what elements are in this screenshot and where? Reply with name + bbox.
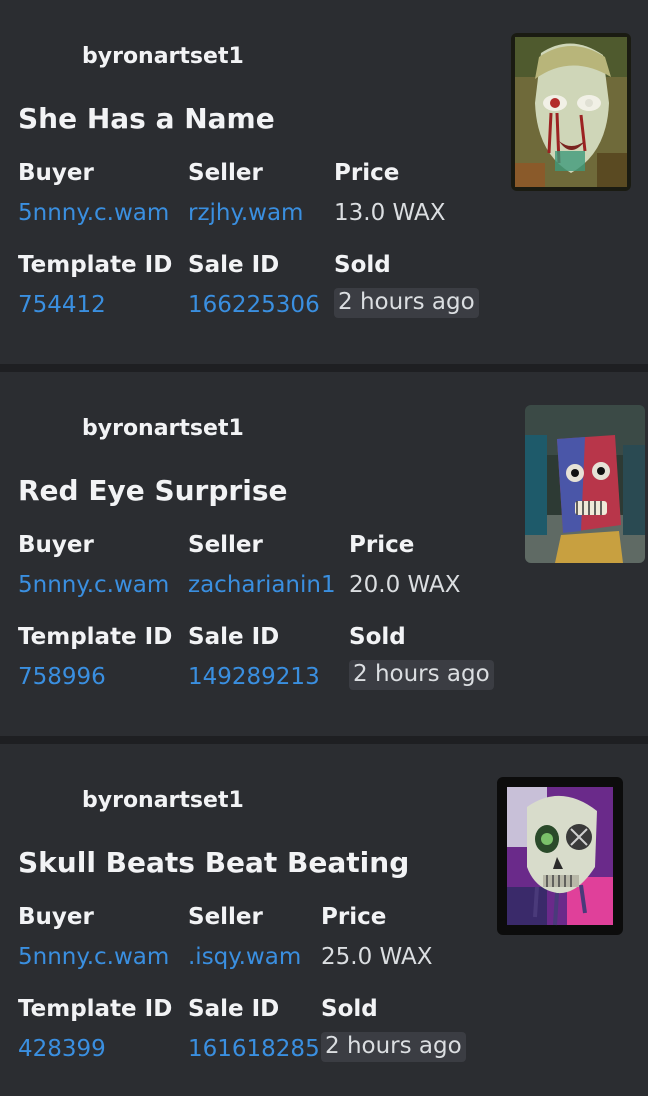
seller-label: Seller bbox=[188, 160, 263, 186]
timestamp-badge[interactable]: 2 hours ago bbox=[334, 288, 479, 318]
price-label: Price bbox=[334, 160, 400, 186]
item-title[interactable]: She Has a Name bbox=[18, 102, 275, 135]
price-label: Price bbox=[321, 904, 387, 930]
buyer-link[interactable]: 5nnny.c.wam bbox=[18, 200, 169, 226]
sold-timestamp[interactable]: 2 hours ago bbox=[321, 1032, 466, 1062]
skull-artwork-icon[interactable] bbox=[497, 777, 623, 935]
sale-id-link[interactable]: 161618285 bbox=[188, 1036, 320, 1062]
sold-timestamp[interactable]: 2 hours ago bbox=[334, 288, 479, 318]
sale-id-label: Sale ID bbox=[188, 252, 280, 278]
pale-face-artwork-icon[interactable] bbox=[511, 33, 631, 191]
item-title[interactable]: Red Eye Surprise bbox=[18, 474, 287, 507]
item-title[interactable]: Skull Beats Beat Beating bbox=[18, 846, 409, 879]
sale-card: byronartset1 She Has a Name Buyer 5nnny.… bbox=[0, 0, 648, 364]
seller-label: Seller bbox=[188, 532, 263, 558]
seller-link[interactable]: rzjhy.wam bbox=[188, 200, 303, 226]
author-name[interactable]: byronartset1 bbox=[82, 44, 244, 69]
sale-id-link[interactable]: 149289213 bbox=[188, 664, 320, 690]
buyer-link[interactable]: 5nnny.c.wam bbox=[18, 944, 169, 970]
price-value: 25.0 WAX bbox=[321, 944, 433, 970]
template-id-link[interactable]: 758996 bbox=[18, 664, 106, 690]
buyer-label: Buyer bbox=[18, 532, 94, 558]
price-value: 20.0 WAX bbox=[349, 572, 461, 598]
sold-label: Sold bbox=[349, 624, 406, 650]
sale-card: byronartset1 Skull Beats Beat Beating Bu… bbox=[0, 744, 648, 1096]
sale-id-label: Sale ID bbox=[188, 624, 280, 650]
author-name[interactable]: byronartset1 bbox=[82, 788, 244, 813]
buyer-label: Buyer bbox=[18, 160, 94, 186]
sales-feed: byronartset1 She Has a Name Buyer 5nnny.… bbox=[0, 0, 648, 1096]
sold-label: Sold bbox=[334, 252, 391, 278]
buyer-link[interactable]: 5nnny.c.wam bbox=[18, 572, 169, 598]
template-id-link[interactable]: 754412 bbox=[18, 292, 106, 318]
seller-label: Seller bbox=[188, 904, 263, 930]
card-separator bbox=[0, 364, 648, 372]
sale-card: byronartset1 Red Eye Surprise Buyer 5nnn… bbox=[0, 372, 648, 736]
seller-link[interactable]: .isqy.wam bbox=[188, 944, 301, 970]
price-label: Price bbox=[349, 532, 415, 558]
seller-link[interactable]: zacharianin1 bbox=[188, 572, 336, 598]
timestamp-badge[interactable]: 2 hours ago bbox=[349, 660, 494, 690]
sale-id-label: Sale ID bbox=[188, 996, 280, 1022]
price-value: 13.0 WAX bbox=[334, 200, 446, 226]
card-separator bbox=[0, 736, 648, 744]
template-id-label: Template ID bbox=[18, 996, 173, 1022]
red-face-artwork-icon[interactable] bbox=[525, 405, 645, 563]
sale-id-link[interactable]: 166225306 bbox=[188, 292, 320, 318]
timestamp-badge[interactable]: 2 hours ago bbox=[321, 1032, 466, 1062]
template-id-label: Template ID bbox=[18, 624, 173, 650]
sold-label: Sold bbox=[321, 996, 378, 1022]
template-id-link[interactable]: 428399 bbox=[18, 1036, 106, 1062]
author-name[interactable]: byronartset1 bbox=[82, 416, 244, 441]
template-id-label: Template ID bbox=[18, 252, 173, 278]
sold-timestamp[interactable]: 2 hours ago bbox=[349, 660, 494, 690]
buyer-label: Buyer bbox=[18, 904, 94, 930]
